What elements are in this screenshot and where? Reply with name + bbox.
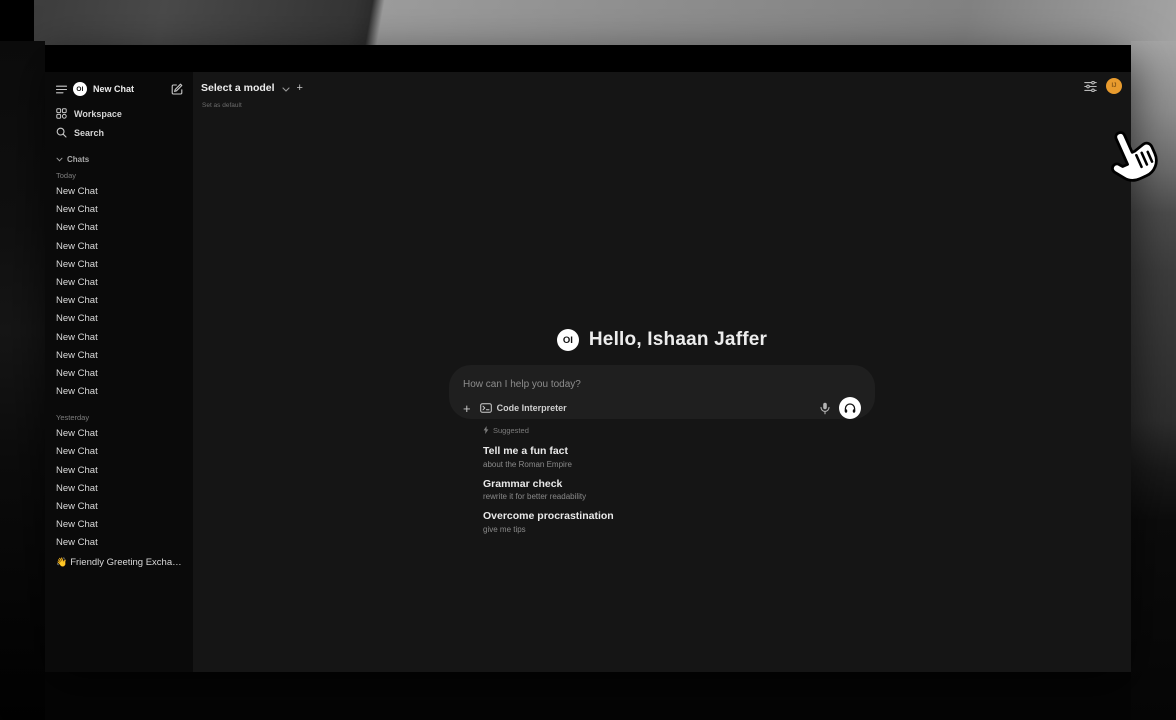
chat-group-label-today: Today (56, 168, 183, 183)
prompt-title: Grammar check (483, 478, 875, 490)
suggested-prompt[interactable]: Overcome procrastination give me tips (483, 510, 875, 534)
main-panel: Select a model + Set as default (193, 72, 1131, 672)
controls-sliders-icon[interactable] (1084, 81, 1097, 92)
greeting-row: OI Hello, Ishaan Jaffer (449, 325, 875, 355)
composer-card: + Code Interpreter (449, 365, 875, 419)
chat-item[interactable]: New Chat (56, 274, 183, 292)
chat-item[interactable]: New Chat (56, 462, 183, 480)
chat-list-yesterday: New ChatNew ChatNew ChatNew ChatNew Chat… (56, 425, 183, 552)
chat-item[interactable]: New Chat (56, 534, 183, 552)
greeting-text: Hello, Ishaan Jaffer (589, 329, 767, 351)
prompt-subtitle: give me tips (483, 525, 875, 534)
chat-item[interactable]: New Chat (56, 256, 183, 274)
prompt-title: Overcome procrastination (483, 510, 875, 522)
suggested-section: Suggested Tell me a fun fact about the R… (449, 424, 875, 534)
search-icon (56, 127, 67, 138)
voice-call-button[interactable] (839, 397, 861, 419)
chat-item[interactable]: New Chat (56, 480, 183, 498)
chat-group-label-yesterday: Yesterday (56, 410, 183, 425)
chat-item[interactable]: New Chat (56, 365, 183, 383)
prompt-subtitle: about the Roman Empire (483, 460, 875, 469)
chat-item[interactable]: New Chat (56, 347, 183, 365)
chat-item[interactable]: New Chat (56, 329, 183, 347)
chat-item[interactable]: New Chat (56, 183, 183, 201)
prompt-subtitle: rewrite it for better readability (483, 492, 875, 501)
sidebar-header: OI New Chat (56, 79, 183, 99)
add-model-button[interactable]: + (297, 82, 303, 94)
chats-section-label: Chats (67, 155, 89, 164)
center-stack: OI Hello, Ishaan Jaffer + (449, 325, 875, 534)
wallpaper-top (0, 0, 1176, 45)
chat-item[interactable]: New Chat (56, 219, 183, 237)
user-avatar[interactable]: IJ (1106, 78, 1122, 94)
new-chat-icon[interactable] (171, 83, 183, 95)
wallpaper-corner-block (0, 0, 34, 41)
terminal-icon (480, 403, 492, 413)
chat-item[interactable]: New Chat (56, 498, 183, 516)
chat-item[interactable]: New Chat (56, 516, 183, 534)
app-logo-large: OI (557, 329, 579, 351)
chat-item[interactable]: New Chat (56, 238, 183, 256)
suggested-label: Suggested (493, 426, 529, 435)
microphone-icon[interactable] (820, 402, 830, 415)
model-selector-area: Select a model + Set as default (201, 79, 303, 109)
sidebar-item-workspace[interactable]: Workspace (56, 104, 183, 123)
chats-section-toggle[interactable]: Chats (56, 152, 183, 166)
workspace-label: Workspace (74, 109, 122, 119)
sidebar-toggle-icon[interactable] (56, 85, 67, 94)
suggested-prompt[interactable]: Tell me a fun fact about the Roman Empir… (483, 445, 875, 469)
app-logo: OI (73, 82, 87, 96)
prompt-title: Tell me a fun fact (483, 445, 875, 457)
suggested-prompts: Tell me a fun fact about the Roman Empir… (483, 445, 875, 534)
chat-item-label: Friendly Greeting Exchange (70, 557, 183, 568)
window-top-bar (45, 45, 1131, 72)
model-chevron-icon[interactable] (282, 79, 290, 97)
wallpaper-left (0, 41, 45, 720)
sidebar-title: New Chat (93, 84, 165, 94)
wallpaper-right (1131, 41, 1176, 720)
sidebar: OI New Chat Workspac (45, 72, 193, 672)
suggested-prompt[interactable]: Grammar check rewrite it for better read… (483, 478, 875, 502)
desktop: OI New Chat Workspac (0, 0, 1176, 720)
suggested-header: Suggested (483, 424, 875, 436)
topbar-right: IJ (1084, 78, 1122, 94)
bolt-icon (483, 426, 489, 434)
app-window: OI New Chat Workspac (45, 45, 1131, 672)
chevron-down-icon (56, 157, 63, 162)
attach-button[interactable]: + (463, 401, 471, 416)
workspace-grid-icon (56, 108, 67, 119)
chat-item[interactable]: New Chat (56, 292, 183, 310)
wave-emoji: 👋 (56, 557, 67, 567)
chat-item[interactable]: New Chat (56, 383, 183, 401)
chat-item[interactable]: New Chat (56, 443, 183, 461)
chat-item[interactable]: New Chat (56, 425, 183, 443)
chat-item[interactable]: New Chat (56, 310, 183, 328)
model-selector-button[interactable]: Select a model (201, 82, 275, 94)
chat-item-named[interactable]: 👋Friendly Greeting Exchange (56, 553, 183, 571)
sidebar-item-search[interactable]: Search (56, 123, 183, 142)
search-label: Search (74, 128, 104, 138)
chat-item[interactable]: New Chat (56, 201, 183, 219)
code-interpreter-label: Code Interpreter (497, 403, 567, 413)
set-default-link[interactable]: Set as default (202, 102, 303, 109)
message-input[interactable] (463, 379, 861, 390)
code-interpreter-toggle[interactable]: Code Interpreter (480, 403, 567, 413)
chat-list-today: New ChatNew ChatNew ChatNew ChatNew Chat… (56, 183, 183, 401)
